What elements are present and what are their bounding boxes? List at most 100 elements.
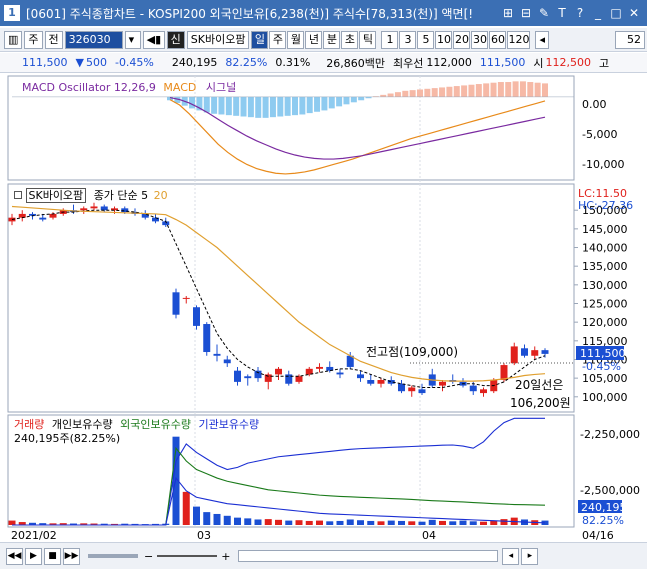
macd-osc-bar — [240, 96, 247, 117]
candle-body — [316, 366, 323, 369]
volume-bar — [275, 519, 282, 525]
candle-body — [193, 307, 200, 326]
fast-forward-icon[interactable]: ▶▶ — [63, 547, 80, 565]
candle-body — [367, 380, 375, 384]
volume-bar — [480, 521, 487, 525]
market-filter-select[interactable]: 전 — [44, 30, 63, 49]
candle-body — [541, 350, 549, 354]
ma5-line — [11, 209, 546, 388]
candle-body — [531, 350, 539, 356]
candle-body — [500, 365, 508, 381]
candle-body — [244, 376, 252, 379]
text-icon[interactable]: T — [553, 4, 571, 22]
period-second-tab[interactable]: 초 — [341, 30, 359, 49]
stock-code-input[interactable]: 326030 — [64, 30, 123, 49]
candle-body — [521, 348, 528, 356]
price-change: 500 — [85, 56, 107, 69]
price-panel-toggle-icon[interactable] — [14, 191, 22, 199]
zoom-slider[interactable] — [157, 555, 218, 557]
period-year-tab[interactable]: 년 — [305, 30, 323, 49]
macd-osc-bar — [306, 96, 313, 114]
chart-count-input[interactable]: 52 — [615, 30, 645, 49]
stock-name: SK바이오팜 — [186, 30, 250, 49]
period-minute-tab[interactable]: 분 — [323, 30, 341, 49]
count-20-button[interactable]: 20 — [453, 30, 471, 49]
macd-osc-bar — [262, 96, 269, 118]
title-bar: 1 [0601] 주식종합차트 - KOSPI200 외국인보유[6,238(천… — [0, 0, 647, 26]
candle-body — [203, 324, 211, 353]
chevron-left-icon-2[interactable]: ◂ — [502, 547, 520, 565]
candle-body — [254, 370, 262, 379]
macd-osc-bar — [247, 96, 254, 118]
count-3-button[interactable]: 3 — [399, 30, 417, 49]
period-month-tab[interactable]: 월 — [287, 30, 305, 49]
count-10-button[interactable]: 10 — [435, 30, 453, 49]
macd-osc-bar — [417, 89, 423, 97]
count-30-button[interactable]: 30 — [471, 30, 489, 49]
macd-axis-label-1: -5,000 — [582, 128, 617, 141]
close-icon[interactable]: ✕ — [625, 4, 643, 22]
layout-icon[interactable]: ⊞ — [499, 4, 517, 22]
candle-body — [418, 389, 426, 394]
price-stock-label: SK바이오팜 — [25, 188, 87, 203]
macd-osc-bar — [189, 96, 196, 109]
edit-icon[interactable]: ✎ — [535, 4, 553, 22]
period-day-tab[interactable]: 일 — [251, 30, 269, 49]
volume-bar — [387, 520, 395, 525]
volume-stat: 240,195주(82.25%) — [14, 432, 121, 445]
volume-bar — [357, 520, 364, 525]
scroll-track[interactable] — [88, 554, 138, 558]
sound-icon[interactable]: ◀▮ — [142, 30, 165, 49]
volume-bar — [234, 517, 241, 525]
period-tick-tab[interactable]: 틱 — [359, 30, 377, 49]
zoom-out-icon[interactable]: − — [144, 550, 153, 563]
volume-bar — [285, 520, 293, 525]
candle-body — [80, 208, 88, 211]
macd-osc-bar — [475, 84, 482, 97]
rewind-icon[interactable]: ◀◀ — [6, 547, 23, 565]
candle-body — [480, 389, 487, 394]
stop-icon[interactable]: ■ — [44, 547, 61, 565]
macd-osc-bar — [292, 96, 298, 116]
volume-value: 240,195 — [171, 56, 218, 69]
macd-osc-bar — [542, 83, 548, 97]
count-60-button[interactable]: 60 — [489, 30, 507, 49]
market-select[interactable]: 주 — [24, 30, 43, 49]
maximize-icon[interactable]: □ — [607, 4, 625, 22]
play-icon[interactable]: ▶ — [25, 547, 42, 565]
macd-osc-bar — [387, 93, 394, 97]
date-label-current: 04/16 — [582, 529, 614, 542]
zoom-in-icon[interactable]: + — [221, 550, 230, 563]
volume-bar — [182, 491, 190, 525]
minimize-icon[interactable]: _ — [589, 4, 607, 22]
volume-bar — [223, 515, 231, 525]
quote-bar: 111,500 ▼ 500 -0.45% 240,195 82.25% 0.31… — [0, 53, 647, 73]
count-1-button[interactable]: 1 — [381, 30, 399, 49]
chart-menu-icon[interactable]: ▥ — [4, 30, 23, 49]
chevron-right-icon[interactable]: ▸ — [521, 547, 539, 565]
holding-axis-label-0: -2,250,000 — [580, 428, 640, 441]
count-5-button[interactable]: 5 — [417, 30, 435, 49]
stock-search-icon[interactable]: ▾ — [124, 30, 141, 49]
candle-body — [408, 387, 416, 392]
ma20-note-line-1: 20일선은 — [515, 378, 563, 392]
period-week-tab[interactable]: 주 — [269, 30, 287, 49]
count-120-button[interactable]: 120 — [507, 30, 531, 49]
candle-body — [90, 206, 98, 209]
chart-navigation-bar: ◀◀ ▶ ■ ▶▶ − + ◂ ▸ — [0, 542, 647, 569]
macd-osc-bar — [409, 90, 416, 97]
macd-osc-bar — [350, 96, 357, 103]
institution-holding-label: 기관보유수량 — [198, 418, 260, 431]
priority-label: 최우선 — [393, 56, 424, 70]
macd-osc-bar — [225, 96, 232, 116]
macd-osc-bar — [497, 82, 504, 97]
macd-legend: MACD Oscillator 12,26,9 MACD 시그널 — [22, 79, 236, 95]
stock-chart[interactable]: 0.00 -5,000 -10,000 150,000145,000140,00… — [0, 74, 647, 542]
candle-body — [213, 353, 221, 356]
split-icon[interactable]: ⊟ — [517, 4, 535, 22]
history-scrollbar[interactable] — [238, 550, 499, 562]
volume-bar — [316, 520, 323, 525]
chevron-left-icon[interactable]: ◂ — [535, 30, 549, 49]
volume-bar — [264, 519, 272, 525]
help-icon[interactable]: ? — [571, 4, 589, 22]
